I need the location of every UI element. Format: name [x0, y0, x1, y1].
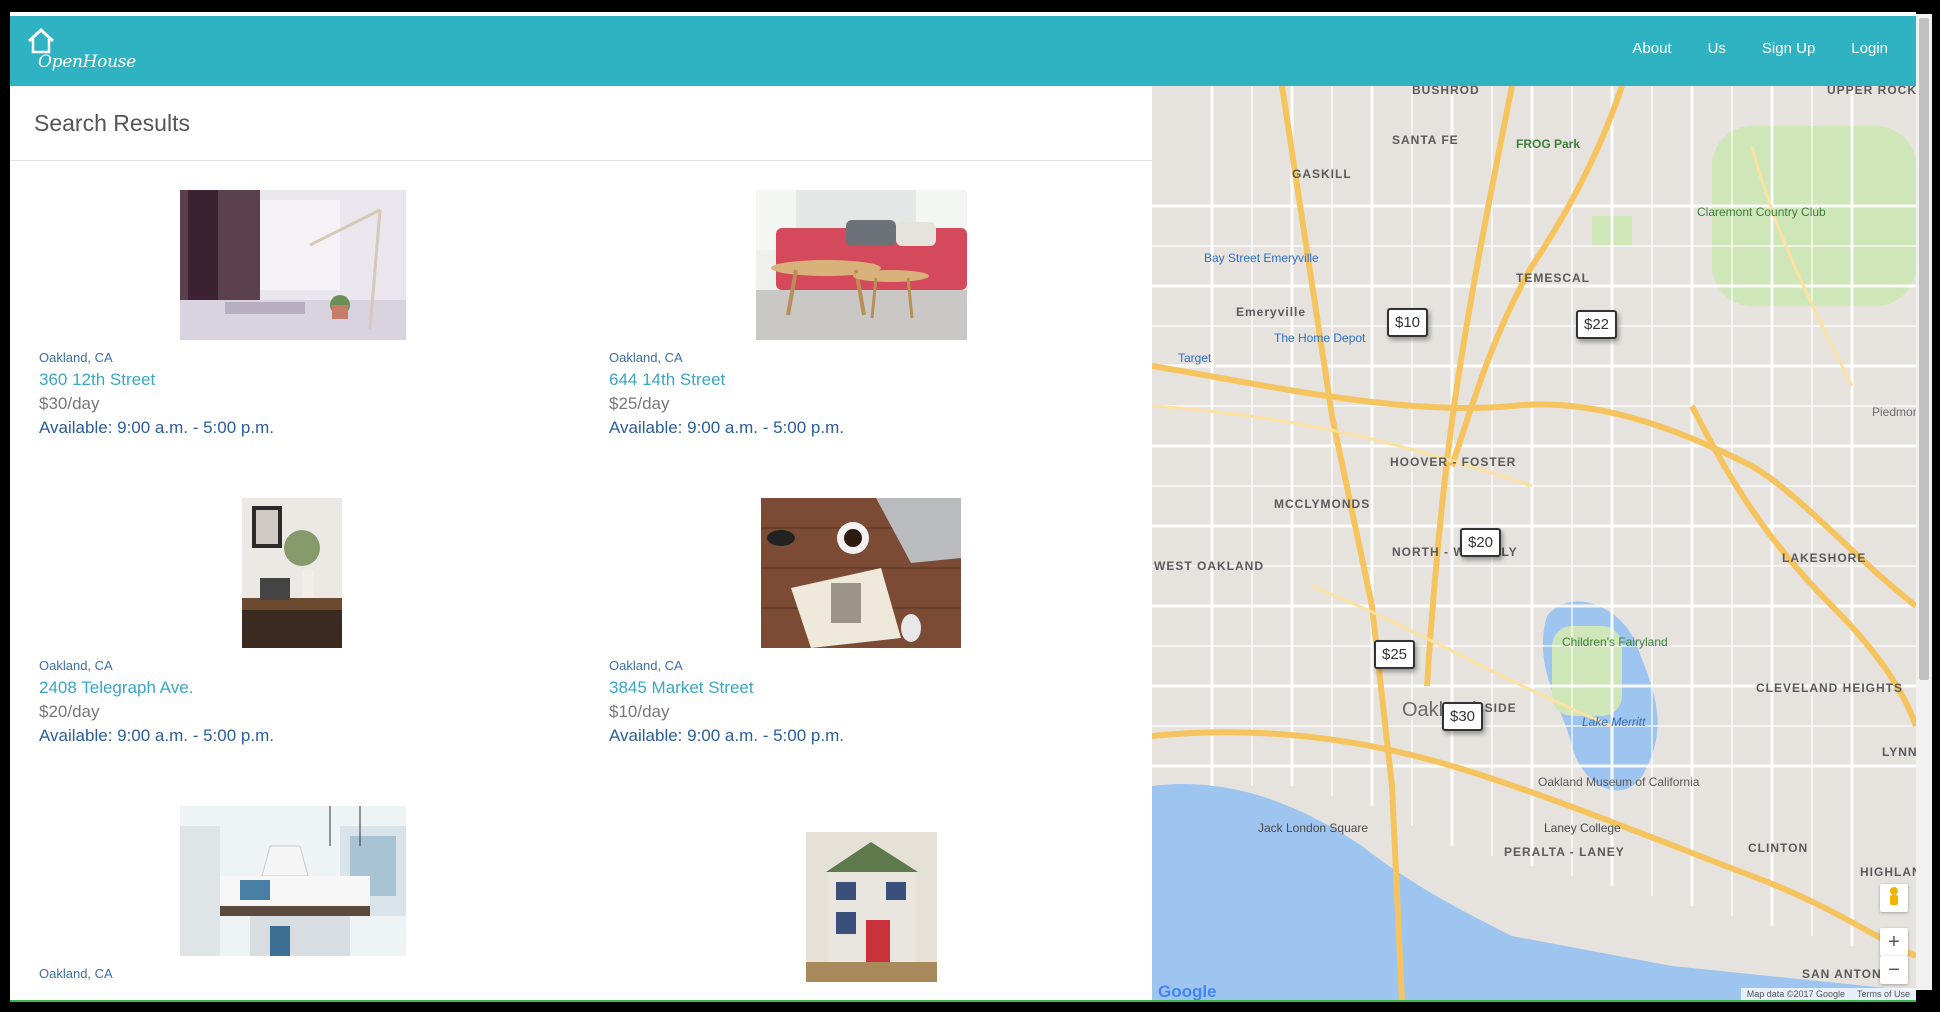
map-view[interactable]: BUSHROD SANTA FE GASKILL FROG Park Clare…: [1152, 86, 1916, 1002]
kitchen-photo[interactable]: [180, 806, 406, 956]
map-label: LAKESHORE: [1782, 551, 1866, 565]
listing-city: Oakland, CA: [39, 350, 113, 365]
listing-address-link[interactable]: 360 12th Street: [39, 370, 155, 390]
google-logo: Google: [1158, 982, 1217, 1001]
zoom-in-button[interactable]: +: [1880, 928, 1908, 956]
map-label: SANTA FE: [1392, 133, 1459, 147]
scrollbar-thumb[interactable]: [1919, 18, 1929, 680]
listing-card[interactable]: Oakland, CA 360 12th Street $30/day Avai…: [10, 190, 460, 437]
map-label: PERALTA - LANEY: [1504, 845, 1625, 859]
listing-card[interactable]: Oakland, CA: [10, 806, 460, 1002]
listing-address-link[interactable]: 3845 Market Street: [609, 678, 754, 698]
map-label: CLEVELAND HEIGHTS: [1756, 681, 1903, 695]
map-label: Children's Fairyland: [1562, 635, 1668, 649]
listing-card[interactable]: Oakland, CA 2408 Telegraph Ave. $20/day …: [10, 498, 460, 745]
price-pin[interactable]: $10: [1387, 308, 1429, 337]
map-canvas[interactable]: BUSHROD SANTA FE GASKILL FROG Park Clare…: [1152, 86, 1916, 1002]
desk-lamp-photo[interactable]: [180, 190, 406, 340]
nav-about[interactable]: About: [1614, 40, 1689, 57]
map-label: Jack London Square: [1258, 821, 1368, 835]
app-window: OpenHouse About Us Sign Up Login Search …: [10, 12, 1916, 1002]
zoom-out-button[interactable]: −: [1880, 956, 1908, 984]
listing-availability: Available: 9:00 a.m. - 5:00 p.m.: [609, 418, 844, 437]
listing-price: $25/day: [609, 394, 670, 413]
house-logo-icon: [27, 28, 55, 54]
map-label: Oakland Museum of California: [1538, 775, 1700, 789]
map-label: GASKILL: [1292, 167, 1352, 181]
laptop-coffee-photo[interactable]: [761, 498, 961, 648]
map-label: FROG Park: [1516, 137, 1580, 151]
price-pin[interactable]: $30: [1442, 702, 1484, 731]
map-label: Laney College: [1544, 821, 1621, 835]
map-label: TEMESCAL: [1516, 271, 1590, 285]
listing-price: $20/day: [39, 702, 100, 721]
map-label: UPPER ROCKRIDGE: [1827, 86, 1916, 97]
nav-login[interactable]: Login: [1833, 40, 1906, 57]
price-pin[interactable]: $20: [1460, 528, 1502, 557]
bottom-border: [10, 1000, 1916, 1002]
main-nav: About Us Sign Up Login: [1614, 40, 1906, 57]
listing-card[interactable]: [580, 832, 1030, 1002]
home-office-photo[interactable]: [242, 498, 342, 648]
map-label: LYNN: [1882, 745, 1916, 759]
listing-availability: Available: 9:00 a.m. - 5:00 p.m.: [39, 418, 274, 437]
results-pane: Search Results Oakland, CA 360 12th Stre…: [10, 86, 1152, 1002]
map-label: BUSHROD: [1412, 86, 1480, 97]
nav-us[interactable]: Us: [1690, 40, 1744, 57]
street-view-pegman-icon[interactable]: [1880, 884, 1908, 912]
map-label: Claremont Country Club: [1697, 205, 1826, 219]
navbar: OpenHouse About Us Sign Up Login: [10, 16, 1916, 86]
listing-price: $10/day: [609, 702, 670, 721]
listing-city: Oakland, CA: [609, 350, 683, 365]
map-label: HOOVER - FOSTER: [1390, 455, 1516, 469]
pink-sofa-photo[interactable]: [756, 190, 967, 340]
map-label: MCCLYMONDS: [1274, 497, 1370, 511]
listing-city: Oakland, CA: [609, 658, 683, 673]
listing-city: Oakland, CA: [39, 658, 113, 673]
brand-logo[interactable]: OpenHouse: [24, 28, 136, 76]
map-label: CLINTON: [1748, 841, 1808, 855]
listing-availability: Available: 9:00 a.m. - 5:00 p.m.: [39, 726, 274, 745]
listing-city: Oakland, CA: [39, 966, 113, 981]
listing-availability: Available: 9:00 a.m. - 5:00 p.m.: [609, 726, 844, 745]
map-label: HIGHLAND TERRACE: [1860, 865, 1916, 879]
listing-card[interactable]: Oakland, CA 644 14th Street $25/day Avai…: [580, 190, 1030, 437]
price-pin[interactable]: $22: [1576, 310, 1618, 339]
map-label: Bay Street Emeryville: [1204, 251, 1319, 265]
window-scrollbar[interactable]: [1916, 14, 1932, 990]
map-label: WEST OAKLAND: [1154, 559, 1264, 573]
map-label: Target: [1178, 351, 1212, 365]
price-pin[interactable]: $25: [1374, 640, 1416, 669]
listing-address-link[interactable]: 2408 Telegraph Ave.: [39, 678, 193, 698]
listing-price: $30/day: [39, 394, 100, 413]
divider: [10, 160, 1152, 161]
nav-sign-up[interactable]: Sign Up: [1744, 40, 1833, 57]
page-title: Search Results: [34, 110, 190, 136]
map-label: Lake Merritt: [1582, 715, 1646, 729]
listing-card[interactable]: Oakland, CA 3845 Market Street $10/day A…: [580, 498, 1030, 745]
map-label: Piedmont: [1872, 405, 1916, 419]
toy-house-photo[interactable]: [806, 832, 937, 982]
map-label: Emeryville: [1236, 305, 1306, 319]
brand-name: OpenHouse: [38, 52, 136, 72]
listing-address-link[interactable]: 644 14th Street: [609, 370, 725, 390]
map-label: The Home Depot: [1274, 331, 1366, 345]
